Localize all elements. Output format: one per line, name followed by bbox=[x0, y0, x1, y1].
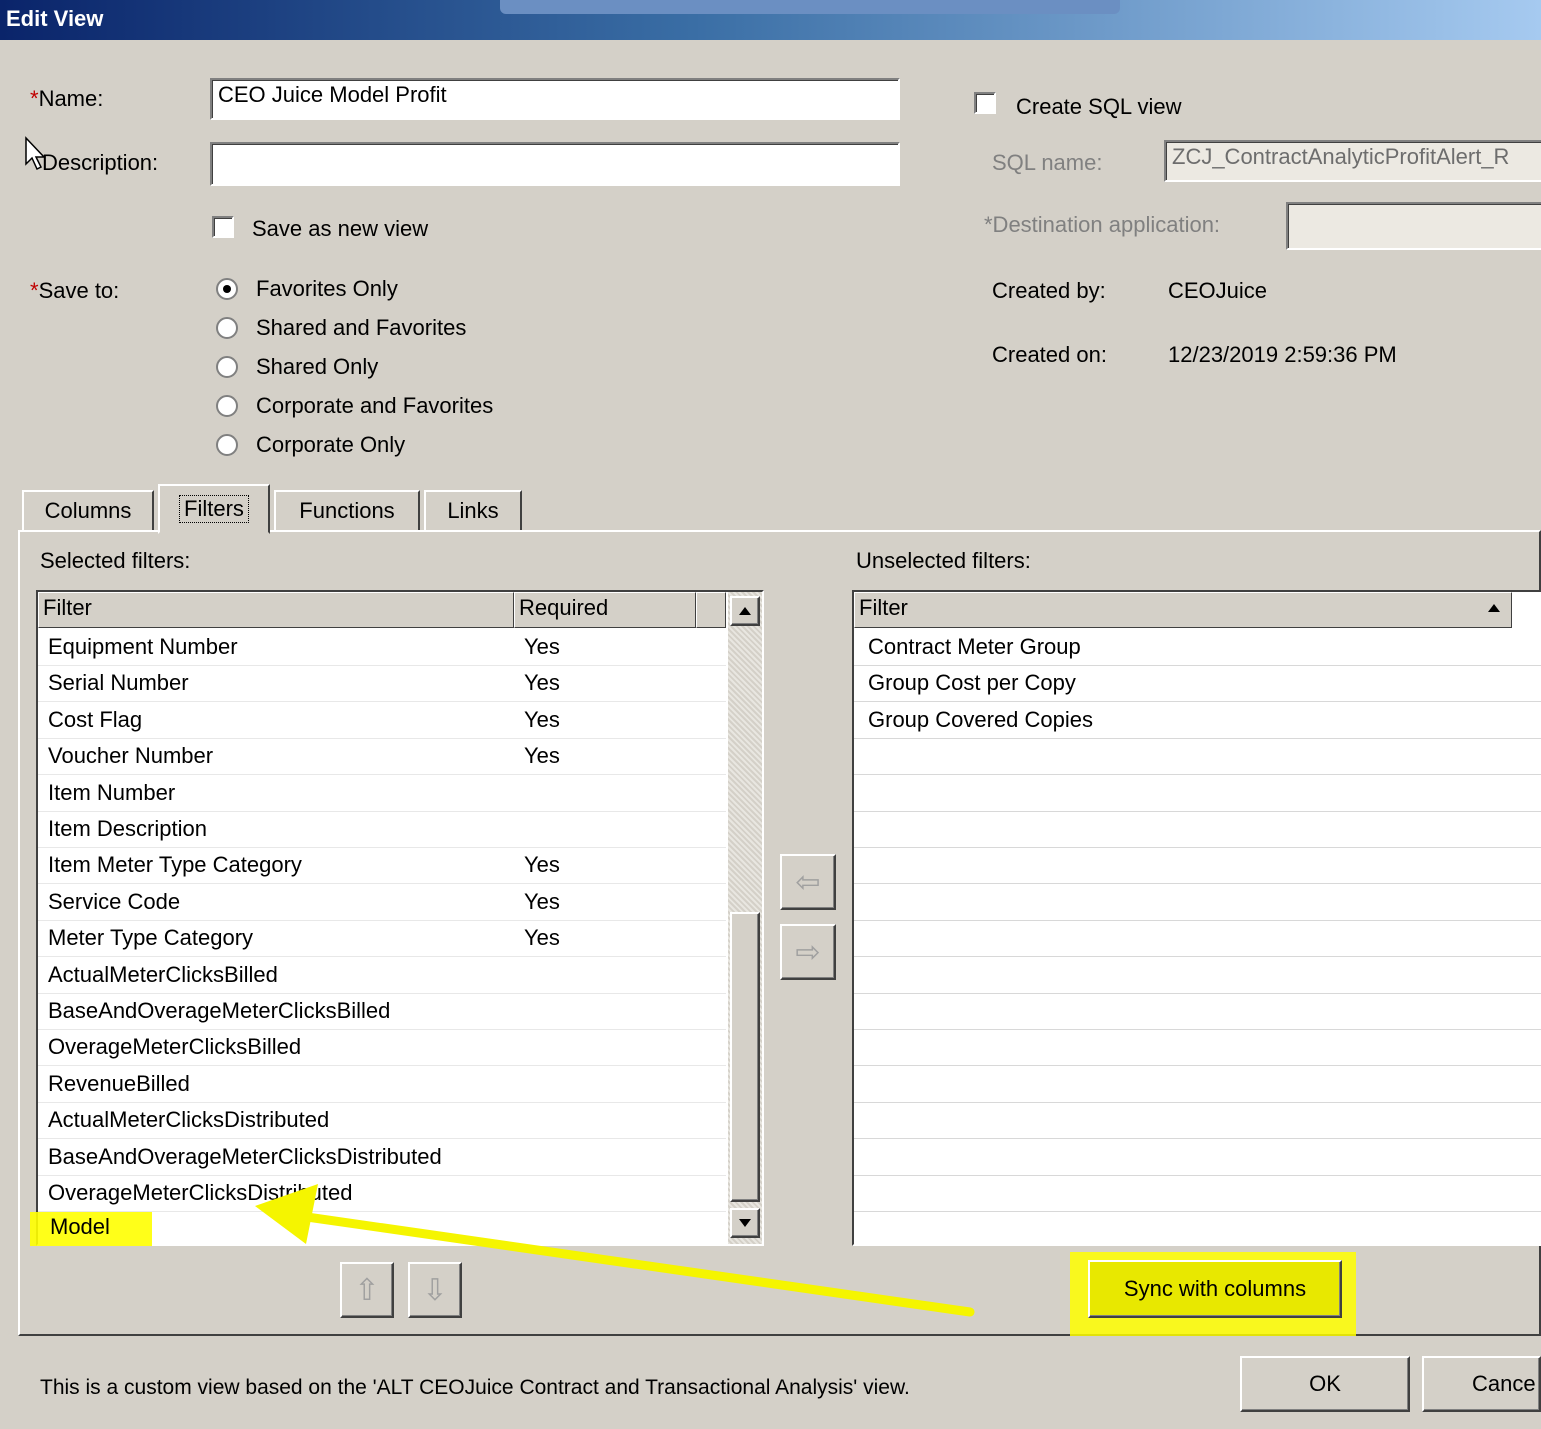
tab-filters[interactable]: Filters bbox=[158, 484, 270, 534]
status-text: This is a custom view based on the 'ALT … bbox=[40, 1376, 910, 1399]
ok-button[interactable]: OK bbox=[1240, 1356, 1410, 1412]
annotation-arrow-icon bbox=[255, 1184, 975, 1317]
cancel-button[interactable]: Cance bbox=[1422, 1356, 1541, 1412]
